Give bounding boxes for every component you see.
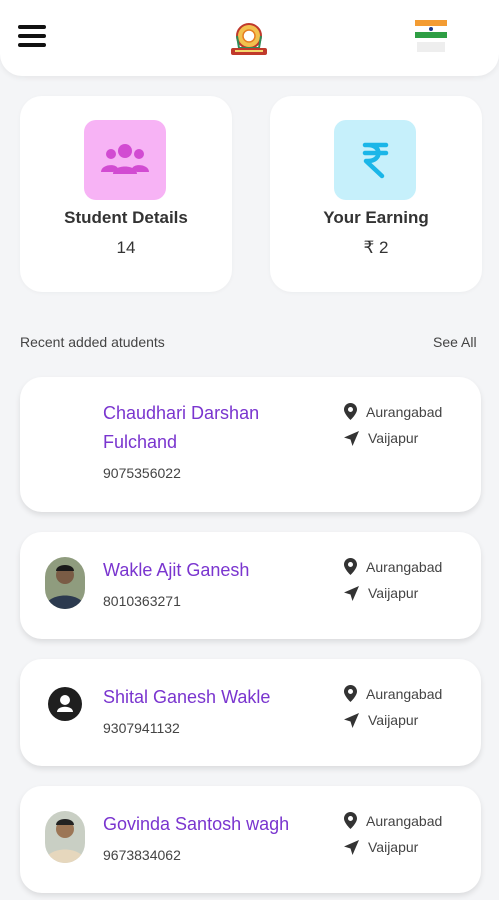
taluka-location: Vaijapur <box>344 585 418 601</box>
district-label: Aurangabad <box>366 685 443 702</box>
student-photo-avatar <box>45 557 85 609</box>
taluka-label: Vaijapur <box>368 712 419 728</box>
navigation-arrow-icon <box>344 430 359 446</box>
stat-value: 14 <box>116 238 136 257</box>
district-location: Aurangabad <box>344 403 442 420</box>
taluka-label: Vaijapur <box>368 585 419 601</box>
navigation-arrow-icon <box>344 839 359 855</box>
student-card[interactable]: Chaudhari Darshan Fulchand 9075356022 Au… <box>20 377 481 512</box>
student-name: Wakle Ajit Ganesh <box>103 560 250 580</box>
student-card[interactable]: Wakle Ajit Ganesh 8010363271 Aurangabad … <box>20 532 481 639</box>
district-label: Aurangabad <box>366 558 443 575</box>
district-label: Aurangabad <box>366 403 443 420</box>
map-pin-icon <box>344 558 357 575</box>
student-name: Shital Ganesh Wakle <box>103 687 271 707</box>
student-photo-avatar <box>45 811 85 863</box>
taluka-location: Vaijapur <box>344 430 418 446</box>
users-group-icon <box>84 120 166 200</box>
district-label: Aurangabad <box>366 812 443 829</box>
tricolor-flag-icon <box>415 20 447 52</box>
generic-user-icon <box>48 687 82 721</box>
recent-students-heading: Recent added atudents <box>20 334 165 350</box>
student-phone: 9075356022 <box>103 465 181 481</box>
hamburger-menu-icon[interactable] <box>18 24 48 48</box>
navigation-arrow-icon <box>344 585 359 601</box>
stat-title: Your Earning <box>323 208 429 227</box>
student-details-card[interactable]: Student Details 14 <box>20 96 232 292</box>
map-pin-icon <box>344 403 357 420</box>
taluka-label: Vaijapur <box>368 430 419 446</box>
stat-title: Student Details <box>64 208 188 227</box>
student-card[interactable]: Govinda Santosh wagh 9673834062 Aurangab… <box>20 786 481 893</box>
student-name: Chaudhari Darshan Fulchand <box>103 403 260 452</box>
emblem-logo-icon <box>231 23 267 55</box>
map-pin-icon <box>344 812 357 829</box>
district-location: Aurangabad <box>344 558 442 575</box>
top-app-bar <box>0 0 499 76</box>
district-location: Aurangabad <box>344 685 442 702</box>
student-phone: 9673834062 <box>103 847 181 863</box>
navigation-arrow-icon <box>344 712 359 728</box>
see-all-link[interactable]: See All <box>433 334 477 350</box>
taluka-location: Vaijapur <box>344 839 418 855</box>
student-phone: 8010363271 <box>103 593 181 609</box>
your-earning-card[interactable]: Your Earning ₹ 2 <box>270 96 482 292</box>
student-card[interactable]: Shital Ganesh Wakle 9307941132 Aurangaba… <box>20 659 481 766</box>
stat-value: ₹ 2 <box>363 238 389 257</box>
student-name: Govinda Santosh wagh <box>103 814 290 834</box>
map-pin-icon <box>344 685 357 702</box>
taluka-location: Vaijapur <box>344 712 418 728</box>
taluka-label: Vaijapur <box>368 839 419 855</box>
district-location: Aurangabad <box>344 812 442 829</box>
student-phone: 9307941132 <box>103 720 180 736</box>
rupee-icon <box>334 120 416 200</box>
